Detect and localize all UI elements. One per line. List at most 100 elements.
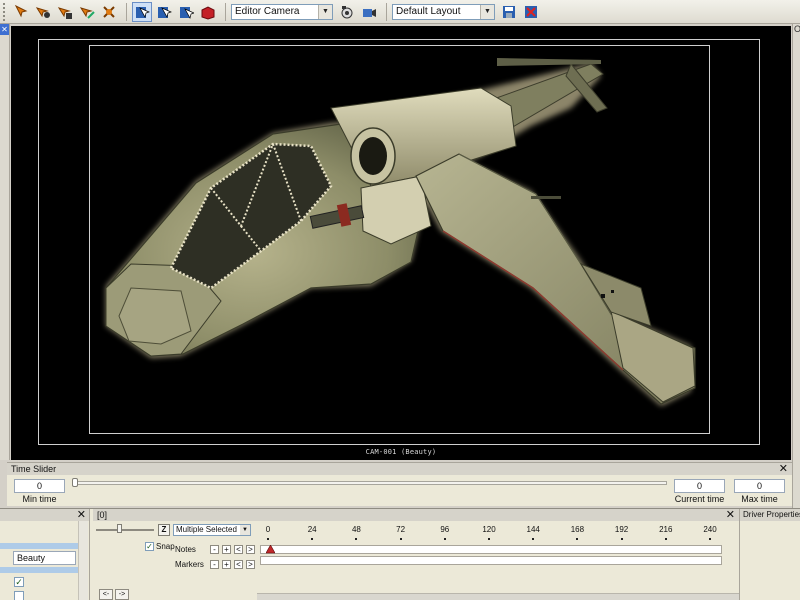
timeline-close-button[interactable]: ✕: [726, 509, 735, 521]
lasso-select-icon: [180, 6, 194, 19]
camera-render-button[interactable]: [359, 2, 379, 22]
ruler-tick-label: 216: [659, 525, 673, 534]
left-dock-close-button[interactable]: ✕: [0, 24, 9, 35]
scale-tool-icon: [57, 6, 72, 19]
snap-label: Snap: [156, 542, 175, 551]
ruler-tick: [664, 538, 667, 540]
reset-layout-button[interactable]: [521, 2, 541, 22]
notes-track[interactable]: [260, 545, 722, 554]
ruler-tick-label: 240: [703, 525, 717, 534]
keyframe-marker-icon[interactable]: [266, 545, 275, 554]
min-time-label: Min time: [22, 494, 57, 504]
paint-select-button[interactable]: [154, 2, 174, 22]
time-slider-track[interactable]: [74, 481, 667, 485]
ruler-tick: [620, 538, 623, 540]
timeline-scroll-left-button[interactable]: <-: [99, 589, 113, 600]
zoom-button[interactable]: Z: [158, 524, 170, 536]
save-layout-icon: [503, 5, 515, 18]
max-time-field[interactable]: 0: [734, 479, 785, 493]
properties-checkbox[interactable]: [14, 591, 24, 600]
markers-remove-button[interactable]: -: [210, 560, 219, 569]
markers-next-button[interactable]: >: [246, 560, 255, 569]
ruler-tick-label: 72: [396, 525, 406, 534]
snap-tool-button[interactable]: [99, 2, 119, 22]
min-time-field[interactable]: 0: [14, 479, 65, 493]
scale-tool-button[interactable]: [55, 2, 75, 22]
notes-remove-button[interactable]: -: [210, 545, 219, 554]
timeline-scroll-right-button[interactable]: ->: [115, 589, 129, 600]
toolbar-separator: [225, 2, 226, 21]
notes-prev-button[interactable]: <: [234, 545, 243, 554]
markers-add-button[interactable]: +: [222, 560, 231, 569]
timeline-panel: [0] ✕ Z Multiple Selected ▼ ✓ Snap Notes…: [93, 509, 739, 600]
max-time-label: Max time: [741, 494, 778, 504]
current-time-field[interactable]: 0: [674, 479, 725, 493]
ruler-tick: [576, 538, 579, 540]
move-tool-button[interactable]: [11, 2, 31, 22]
material-icon: [201, 5, 215, 20]
ruler-tick: [399, 538, 402, 540]
chevron-down-icon: ▼: [240, 525, 250, 535]
select-mode-button[interactable]: [132, 1, 152, 22]
ruler-tick: [709, 538, 711, 540]
properties-scrollbar[interactable]: [78, 521, 88, 600]
properties-row-highlight: [0, 567, 78, 573]
camera-settings-button[interactable]: [337, 2, 357, 22]
right-dock-strip: Ol: [792, 24, 800, 508]
bottom-dock: ✕ Beauty ✓ [0] ✕ Z Multiple Selected ▼ ✓…: [0, 508, 800, 600]
camera-render-icon: [363, 8, 376, 17]
main-toolbar: Editor Camera ▼ Default Layout ▼: [0, 0, 800, 24]
time-slider-close-button[interactable]: ✕: [779, 463, 788, 475]
ruler-tick-label: 48: [351, 525, 361, 534]
save-layout-button[interactable]: [499, 2, 519, 22]
properties-row-highlight: [0, 543, 78, 549]
camera-viewport[interactable]: CAM-001 (Beauty): [11, 26, 791, 460]
safe-frame-inner: [89, 45, 710, 434]
ruler-tick-label: 144: [526, 525, 540, 534]
ruler-tick-label: 120: [482, 525, 496, 534]
ruler-tick-label: 168: [570, 525, 585, 534]
properties-name-field[interactable]: Beauty: [13, 551, 76, 565]
properties-title-bar: ✕: [0, 509, 89, 521]
camera-select-value: Editor Camera: [235, 6, 300, 17]
properties-checkbox[interactable]: ✓: [14, 577, 24, 587]
zoom-slider-thumb[interactable]: [117, 524, 122, 533]
rotate-tool-button[interactable]: [33, 2, 53, 22]
notes-add-button[interactable]: +: [222, 545, 231, 554]
orient-tool-icon: [79, 6, 95, 19]
timeline-scrollbar[interactable]: [257, 593, 739, 600]
move-tool-icon: [14, 4, 28, 17]
toolbar-grip[interactable]: [3, 2, 8, 21]
right-dock-header: Ol: [793, 24, 800, 35]
left-dock-strip: ✕: [0, 24, 10, 460]
markers-prev-button[interactable]: <: [234, 560, 243, 569]
ruler-tick: [267, 538, 269, 540]
markers-track[interactable]: [260, 556, 722, 565]
time-slider-thumb[interactable]: [72, 478, 78, 487]
orient-tool-button[interactable]: [77, 2, 97, 22]
camera-select[interactable]: Editor Camera ▼: [231, 3, 333, 20]
layout-select[interactable]: Default Layout ▼: [392, 3, 495, 20]
lasso-select-button[interactable]: [176, 2, 196, 22]
zoom-slider-track[interactable]: [96, 529, 154, 531]
material-button[interactable]: [198, 2, 218, 22]
ruler-tick: [443, 538, 446, 540]
driver-properties-title: Driver Properties: [740, 509, 800, 521]
ruler-tick: [311, 538, 314, 540]
time-slider-panel: Time Slider ✕ 0 Min time 0 Current time …: [7, 462, 792, 506]
notes-next-button[interactable]: >: [246, 545, 255, 554]
ruler-tick: [355, 538, 358, 540]
chevron-down-icon: ▼: [318, 4, 332, 19]
selection-select-value: Multiple Selected: [176, 525, 237, 534]
camera-settings-icon: [341, 5, 353, 18]
time-slider-title: Time Slider: [11, 464, 57, 474]
selection-select[interactable]: Multiple Selected ▼: [173, 524, 251, 536]
ruler-tick-label: 0: [265, 525, 271, 534]
ruler-tick-label: 96: [440, 525, 450, 534]
ruler-tick-label: 192: [614, 525, 629, 534]
properties-close-button[interactable]: ✕: [77, 508, 86, 521]
layout-select-value: Default Layout: [396, 6, 461, 17]
properties-panel: ✕ Beauty ✓: [0, 509, 90, 600]
toolbar-separator: [126, 2, 127, 21]
snap-checkbox[interactable]: ✓: [145, 542, 154, 551]
